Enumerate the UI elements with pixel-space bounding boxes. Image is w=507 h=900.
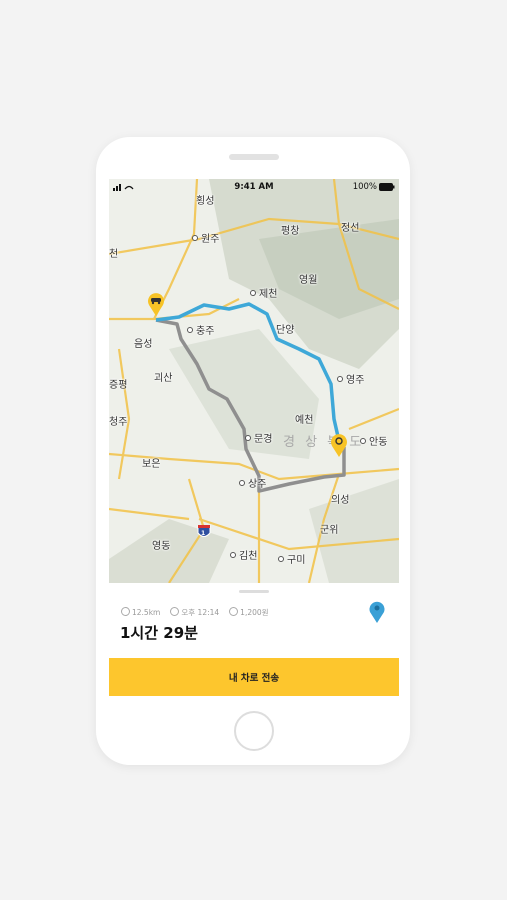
- route-meta: 12.5km 오후 12:14 1,200원: [121, 607, 269, 618]
- car-marker-icon[interactable]: [146, 291, 166, 317]
- status-bar: 9:41 AM 100%: [109, 179, 399, 195]
- place-label: 상주: [239, 475, 266, 490]
- arrival-info: 오후 12:14: [170, 607, 219, 618]
- place-label: 괴산: [154, 373, 173, 384]
- clock-icon: [170, 607, 180, 616]
- region-label: 경 상 북 도: [283, 435, 365, 450]
- place-label: 제천: [250, 285, 277, 300]
- place-label: 군위: [320, 525, 339, 536]
- toll-value: 1,200원: [240, 608, 269, 617]
- send-to-car-button[interactable]: 내 차로 전송: [109, 658, 399, 696]
- sheet-drag-handle[interactable]: [239, 590, 269, 593]
- place-label: 정선: [341, 223, 360, 234]
- place-label: 증평: [109, 380, 128, 391]
- place-label: 영주: [337, 371, 364, 386]
- place-label: 음성: [134, 339, 153, 350]
- place-label: 단양: [276, 325, 295, 336]
- phone-speaker: [229, 154, 279, 160]
- route-map[interactable]: 횡성 원주 평창 정선 천 제천 영월 충주 단양 음성 괴산 증평 영주 청주…: [109, 179, 399, 583]
- highway-number: 1: [201, 530, 206, 537]
- arrival-value: 오후 12:14: [181, 608, 220, 617]
- battery-percent: 100%: [352, 182, 377, 192]
- route-duration: 1시간 29분: [120, 624, 198, 642]
- coin-icon: [229, 607, 239, 616]
- home-button[interactable]: [234, 711, 274, 751]
- place-label: 원주: [192, 230, 219, 245]
- distance-info: 12.5km: [121, 607, 160, 618]
- place-label: 천: [109, 249, 119, 260]
- place-label: 청주: [109, 417, 128, 428]
- app-screen: 횡성 원주 평창 정선 천 제천 영월 충주 단양 음성 괴산 증평 영주 청주…: [109, 179, 399, 702]
- place-label: 영월: [299, 275, 318, 286]
- place-label: 영동: [152, 541, 171, 552]
- place-label: 충주: [187, 322, 214, 337]
- place-label: 예천: [295, 415, 314, 426]
- place-label: 구미: [278, 551, 305, 566]
- place-label: 평창: [281, 226, 300, 237]
- place-label: 의성: [331, 495, 350, 506]
- location-pin-icon[interactable]: [367, 600, 387, 624]
- place-label: 문경: [245, 430, 272, 445]
- toll-info: 1,200원: [229, 607, 269, 618]
- destination-marker-icon[interactable]: [329, 432, 349, 458]
- battery-icon: [379, 183, 395, 191]
- distance-value: 12.5km: [132, 608, 161, 617]
- location-icon: [121, 607, 130, 616]
- place-label: 보은: [142, 459, 161, 470]
- place-label: 김천: [230, 547, 257, 562]
